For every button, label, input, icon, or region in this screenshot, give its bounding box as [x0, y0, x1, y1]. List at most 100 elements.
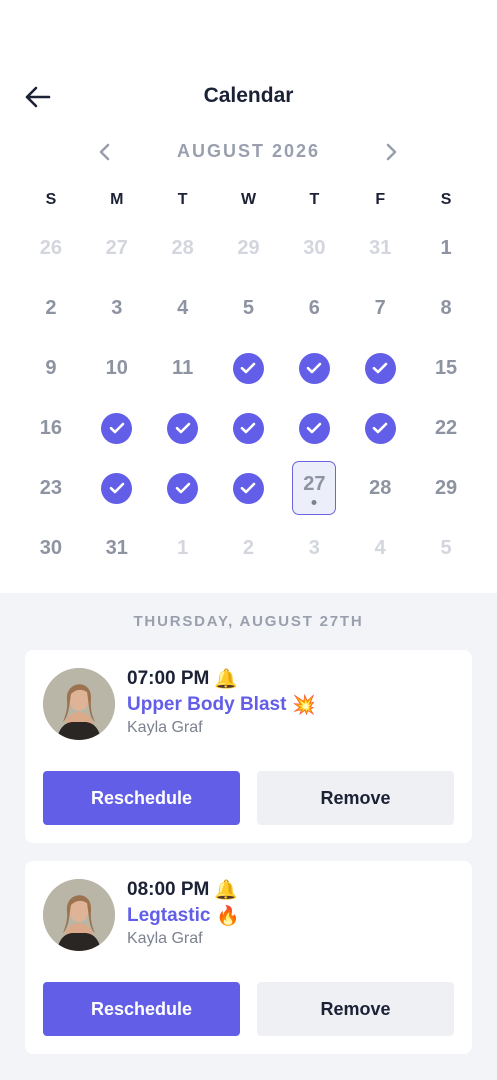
calendar-day-normal[interactable]: 8 — [413, 278, 479, 338]
calendar-day-normal[interactable]: 16 — [18, 398, 84, 458]
calendar-day-selected[interactable]: 27 — [281, 458, 347, 518]
day-number: 28 — [369, 476, 392, 499]
calendar-day-normal[interactable]: 2 — [18, 278, 84, 338]
checkmark-icon — [167, 412, 199, 444]
time-row: 08:00 PM 🔔 — [127, 879, 238, 901]
calendar-day-muted[interactable]: 2 — [216, 518, 282, 578]
calendar-day-muted[interactable]: 4 — [347, 518, 413, 578]
calendar-day-normal[interactable]: 3 — [84, 278, 150, 338]
day-number: 27 — [105, 236, 128, 259]
day-number: 16 — [39, 416, 63, 439]
checkmark-icon — [298, 352, 330, 384]
day-number: 26 — [39, 236, 63, 259]
calendar-day-muted[interactable]: 5 — [413, 518, 479, 578]
calendar-day-normal[interactable]: 6 — [281, 278, 347, 338]
calendar-day-muted[interactable]: 30 — [281, 218, 347, 278]
trainer-avatar — [43, 668, 115, 740]
day-number: 4 — [177, 296, 189, 319]
calendar-day-normal[interactable]: 1 — [413, 218, 479, 278]
weekday-label: T — [177, 191, 188, 208]
day-number: 29 — [237, 236, 260, 259]
calendar-day-completed[interactable] — [150, 398, 216, 458]
weekday-label: M — [110, 191, 124, 208]
selected-date-label: THURSDAY, AUGUST 27TH — [133, 613, 364, 630]
workout-time: 07:00 PM — [127, 668, 210, 689]
calendar-day-normal[interactable]: 31 — [84, 518, 150, 578]
checkmark-icon — [232, 472, 264, 504]
day-number: 7 — [374, 296, 386, 319]
remove-button[interactable]: Remove — [257, 982, 454, 1036]
day-number: 8 — [440, 296, 452, 319]
workout-name[interactable]: Legtastic — [127, 905, 210, 927]
calendar-day-normal[interactable]: 10 — [84, 338, 150, 398]
checkmark-icon — [298, 412, 330, 444]
calendar-day-normal[interactable]: 28 — [347, 458, 413, 518]
calendar-grid: S M T W T F S 26 27 28 29 30 31 1 2 3 4 5 6 7 8 9 10 11 1… — [18, 186, 479, 578]
calendar-day-normal[interactable]: 5 — [216, 278, 282, 338]
trainer-avatar — [43, 879, 115, 951]
calendar-day-normal[interactable]: 22 — [413, 398, 479, 458]
day-number: 4 — [374, 536, 386, 559]
calendar-day-muted[interactable]: 3 — [281, 518, 347, 578]
chevron-right-icon — [386, 143, 397, 161]
day-number: 29 — [434, 476, 458, 499]
calendar-day-completed[interactable] — [347, 338, 413, 398]
workout-name[interactable]: Upper Body Blast — [127, 694, 286, 716]
page-title: Calendar — [203, 84, 294, 107]
calendar-day-completed[interactable] — [216, 338, 282, 398]
day-number: 31 — [369, 236, 392, 259]
bell-icon: 🔔 — [214, 878, 239, 901]
weekday-label: T — [309, 191, 320, 208]
weekday-label: S — [440, 191, 452, 208]
day-number: 3 — [111, 296, 123, 319]
checkmark-icon — [101, 472, 133, 504]
calendar-day-normal[interactable]: 9 — [18, 338, 84, 398]
calendar-day-normal[interactable]: 30 — [18, 518, 84, 578]
day-number: 3 — [308, 536, 320, 559]
calendar-day-normal[interactable]: 11 — [150, 338, 216, 398]
next-month-button[interactable] — [377, 138, 405, 166]
workout-card: 08:00 PM 🔔 Legtastic 🔥 Kayla Graf Resche… — [25, 861, 472, 1054]
weekday-header: S M T W T F S — [18, 186, 479, 214]
calendar-day-completed[interactable] — [281, 398, 347, 458]
remove-button[interactable]: Remove — [257, 771, 454, 825]
calendar-day-muted[interactable]: 29 — [216, 218, 282, 278]
calendar-day-normal[interactable]: 23 — [18, 458, 84, 518]
calendar-day-muted[interactable]: 27 — [84, 218, 150, 278]
workout-time: 08:00 PM — [127, 879, 210, 900]
day-number: 23 — [39, 476, 63, 499]
calendar-day-normal[interactable]: 7 — [347, 278, 413, 338]
calendar-day-completed[interactable] — [84, 398, 150, 458]
calendar-day-muted[interactable]: 1 — [150, 518, 216, 578]
reschedule-button[interactable]: Reschedule — [43, 771, 240, 825]
trainer-name: Kayla Graf — [127, 719, 203, 736]
day-number: 27 — [303, 472, 326, 495]
header: Calendar — [0, 70, 497, 126]
checkmark-icon — [364, 352, 396, 384]
calendar-day-completed[interactable] — [216, 398, 282, 458]
calendar-day-completed[interactable] — [216, 458, 282, 518]
day-number: 5 — [440, 536, 452, 559]
workout-name-row: Legtastic 🔥 — [127, 905, 240, 927]
calendar-day-completed[interactable] — [347, 398, 413, 458]
calendar-day-muted[interactable]: 31 — [347, 218, 413, 278]
calendar-day-normal[interactable]: 4 — [150, 278, 216, 338]
weekday-label: S — [45, 191, 57, 208]
time-row: 07:00 PM 🔔 — [127, 668, 238, 690]
calendar-day-completed[interactable] — [281, 338, 347, 398]
calendar-day-muted[interactable]: 26 — [18, 218, 84, 278]
day-number: 2 — [45, 296, 57, 319]
checkmark-icon — [232, 352, 264, 384]
day-number: 2 — [242, 536, 255, 559]
reschedule-button[interactable]: Reschedule — [43, 982, 240, 1036]
month-label: AUGUST 2026 — [176, 141, 321, 161]
calendar-day-normal[interactable]: 15 — [413, 338, 479, 398]
calendar-day-normal[interactable]: 29 — [413, 458, 479, 518]
checkmark-icon — [232, 412, 264, 444]
calendar-day-completed[interactable] — [84, 458, 150, 518]
weekday-label: W — [240, 191, 257, 208]
day-number: 1 — [440, 236, 452, 259]
checkmark-icon — [101, 412, 133, 444]
calendar-day-completed[interactable] — [150, 458, 216, 518]
calendar-day-muted[interactable]: 28 — [150, 218, 216, 278]
